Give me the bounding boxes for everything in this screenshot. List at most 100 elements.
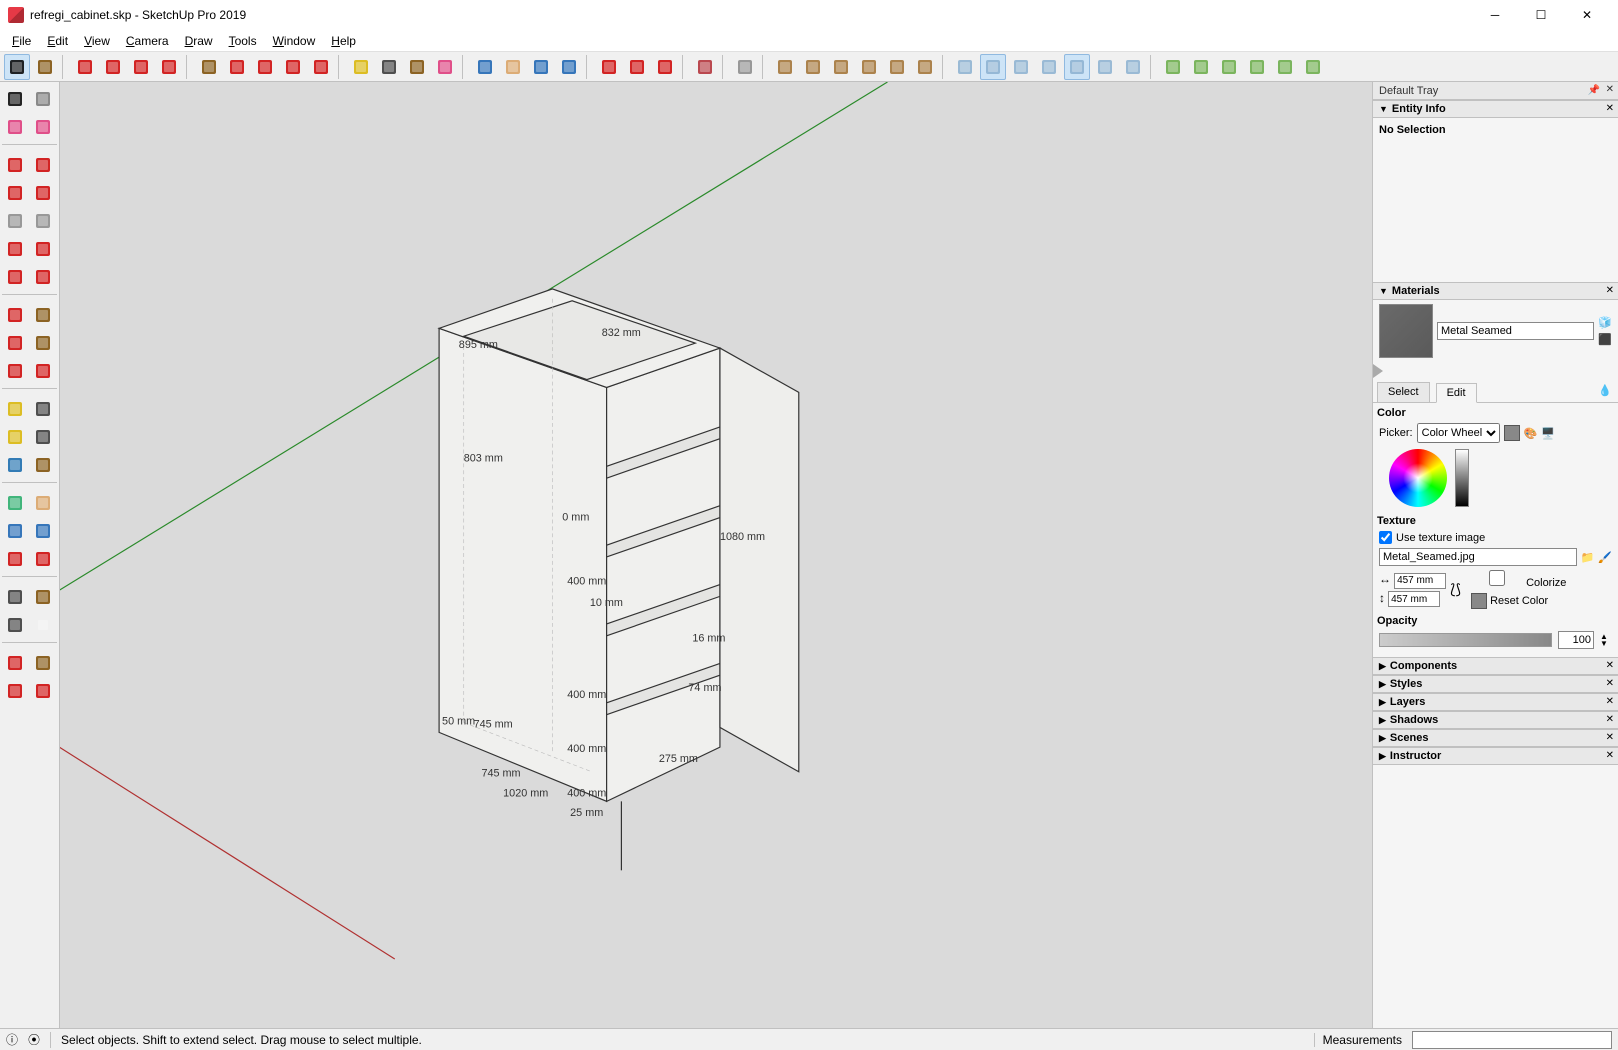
material-name-input[interactable] — [1437, 322, 1594, 340]
texture-width-input[interactable] — [1394, 573, 1446, 589]
close-icon[interactable]: ✕ — [1606, 103, 1614, 114]
menu-window[interactable]: Window — [265, 32, 324, 50]
menu-file[interactable]: File — [4, 32, 39, 50]
monochrome-button[interactable] — [1120, 54, 1146, 80]
opacity-slider[interactable] — [1379, 633, 1552, 647]
shaded-button[interactable] — [1064, 54, 1090, 80]
material-swatch[interactable] — [1379, 304, 1433, 358]
offset-button[interactable] — [224, 54, 250, 80]
move-button[interactable] — [2, 302, 28, 328]
close-icon[interactable]: ✕ — [1606, 678, 1614, 689]
eraser-button[interactable] — [2, 114, 28, 140]
line-button[interactable] — [2, 152, 28, 178]
menu-draw[interactable]: Draw — [177, 32, 221, 50]
default-material-icon[interactable]: ⬛ — [1598, 333, 1612, 346]
section-display-button[interactable] — [1188, 54, 1214, 80]
share-button[interactable] — [624, 54, 650, 80]
circle-button[interactable] — [2, 208, 28, 234]
rotated-rect-button[interactable] — [30, 180, 56, 206]
rectangle-button[interactable] — [100, 54, 126, 80]
scale-button[interactable] — [308, 54, 334, 80]
position-camera-button[interactable] — [2, 584, 28, 610]
panel-shadows-header[interactable]: ▶Shadows✕ — [1373, 711, 1618, 729]
pan-button[interactable] — [500, 54, 526, 80]
pie-button[interactable] — [30, 264, 56, 290]
left-button[interactable] — [884, 54, 910, 80]
close-icon[interactable]: ✕ — [1606, 84, 1614, 95]
menu-camera[interactable]: Camera — [118, 32, 177, 50]
close-icon[interactable]: ✕ — [1606, 714, 1614, 725]
pin-icon[interactable]: 📌 — [1588, 85, 1600, 96]
protractor-button[interactable] — [2, 424, 28, 450]
select-button[interactable] — [2, 86, 28, 112]
menu-help[interactable]: Help — [323, 32, 364, 50]
close-icon[interactable]: ✕ — [1606, 696, 1614, 707]
select-arrow-button[interactable] — [4, 54, 30, 80]
close-icon[interactable]: ✕ — [1606, 660, 1614, 671]
pushpull-button[interactable] — [196, 54, 222, 80]
close-icon[interactable]: ✕ — [1606, 732, 1614, 743]
chain-icon[interactable]: ⟅⟆ — [1450, 581, 1461, 598]
lasso-button[interactable] — [30, 86, 56, 112]
help-icon[interactable]: ⓘ — [6, 1031, 18, 1048]
browse-folder-icon[interactable]: 📁 — [1581, 551, 1595, 564]
zoom-extents-button[interactable] — [30, 546, 56, 572]
xray-button[interactable] — [952, 54, 978, 80]
line-button[interactable] — [72, 54, 98, 80]
tab-edit[interactable]: Edit — [1436, 383, 1477, 403]
wireframe-button[interactable] — [1008, 54, 1034, 80]
menu-tools[interactable]: Tools — [221, 32, 265, 50]
panel-materials-header[interactable]: ▼Materials ✕ — [1373, 282, 1618, 300]
text-label-button[interactable] — [30, 424, 56, 450]
arc-button[interactable] — [2, 236, 28, 262]
texture-file-input[interactable] — [1379, 548, 1577, 566]
right-button[interactable] — [912, 54, 938, 80]
followme-button[interactable] — [30, 330, 56, 356]
paint-button[interactable] — [30, 114, 56, 140]
edit-image-icon[interactable]: 🖌️ — [1598, 551, 1612, 564]
match-color-icon[interactable]: 🎨 — [1524, 427, 1538, 440]
dimension-button[interactable] — [30, 396, 56, 422]
colorize-checkbox[interactable] — [1471, 570, 1523, 586]
section-plane-button[interactable] — [1160, 54, 1186, 80]
back-button[interactable] — [856, 54, 882, 80]
2pt-arc-button[interactable] — [30, 236, 56, 262]
user-button[interactable] — [732, 54, 758, 80]
make-component-button[interactable] — [32, 54, 58, 80]
sandbox2-button[interactable] — [30, 650, 56, 676]
extension-warehouse-button[interactable] — [692, 54, 718, 80]
tape-button[interactable] — [348, 54, 374, 80]
match-screen-icon[interactable]: 🖥️ — [1541, 427, 1555, 440]
panel-entity-info-header[interactable]: ▼Entity Info ✕ — [1373, 100, 1618, 118]
eraser-button[interactable] — [432, 54, 458, 80]
minimize-button[interactable]: ─ — [1472, 0, 1518, 30]
tab-select[interactable]: Select — [1377, 382, 1430, 402]
sandbox4-button[interactable] — [30, 678, 56, 704]
orbit-button[interactable] — [30, 490, 56, 516]
text-button[interactable] — [376, 54, 402, 80]
maximize-button[interactable]: ☐ — [1518, 0, 1564, 30]
move-button[interactable] — [252, 54, 278, 80]
panel-styles-header[interactable]: ▶Styles✕ — [1373, 675, 1618, 693]
value-slider[interactable] — [1455, 449, 1469, 507]
zoom-button[interactable] — [528, 54, 554, 80]
hidden-line-button[interactable] — [1036, 54, 1062, 80]
reset-color-swatch[interactable] — [1471, 593, 1487, 609]
current-color-swatch[interactable] — [1504, 425, 1520, 441]
use-texture-checkbox[interactable] — [1379, 531, 1392, 544]
zoom-extents-button[interactable] — [556, 54, 582, 80]
panel-components-header[interactable]: ▶Components✕ — [1373, 657, 1618, 675]
3pt-arc-button[interactable] — [2, 264, 28, 290]
prev-scene-button[interactable] — [1272, 54, 1298, 80]
texture-height-input[interactable] — [1388, 591, 1440, 607]
section-button[interactable] — [2, 490, 28, 516]
opacity-input[interactable] — [1558, 631, 1594, 649]
menu-edit[interactable]: Edit — [39, 32, 76, 50]
viewport-3d[interactable]: 895 mm 832 mm 803 mm 0 mm 400 mm 1080 mm… — [60, 82, 1372, 1028]
panel-layers-header[interactable]: ▶Layers✕ — [1373, 693, 1618, 711]
panel-instructor-header[interactable]: ▶Instructor✕ — [1373, 747, 1618, 765]
top-button[interactable] — [800, 54, 826, 80]
zoom-button[interactable] — [30, 518, 56, 544]
sandbox3-button[interactable] — [2, 678, 28, 704]
shaded-tex-button[interactable] — [1092, 54, 1118, 80]
